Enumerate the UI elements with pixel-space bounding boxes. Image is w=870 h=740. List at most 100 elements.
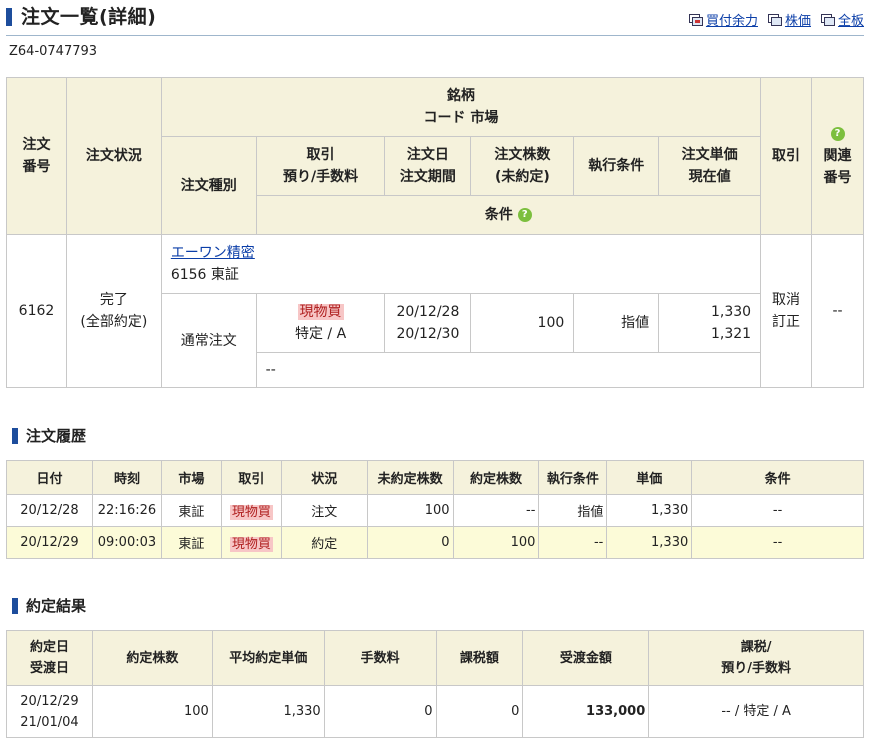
table-row: 20/12/29 09:00:03 東証 現物買 約定 0 100 -- 1,3…: [6, 526, 864, 559]
account-number: Z64-0747793: [9, 44, 98, 59]
history-col-condition: 条件: [691, 460, 864, 495]
results-col-dates: 約定日 受渡日: [6, 630, 93, 686]
header-related: ? 関連 番号: [811, 77, 864, 235]
related-no: --: [811, 234, 864, 388]
action-label: 取消 訂正: [772, 292, 801, 330]
history-col-time: 時刻: [91, 460, 162, 495]
order-type: 通常注文: [160, 293, 257, 388]
history-price: 1,330: [606, 526, 693, 559]
header-code-market: コード 市場: [423, 110, 499, 126]
results-account: -- / 特定 / A: [648, 685, 864, 738]
stock-price-label: 株価: [784, 14, 811, 29]
history-col-exec-cond: 執行条件: [538, 460, 608, 495]
history-time: 09:00:03: [91, 526, 162, 559]
table-row: 20/12/29 21/01/04 100 1,330 0 0 133,000 …: [6, 685, 864, 738]
full-board-label: 全板: [837, 14, 864, 29]
header-action: 取引: [760, 77, 812, 235]
table-row: 20/12/28 22:16:26 東証 現物買 注文 100 -- 指値 1,…: [6, 494, 864, 527]
order-period: 20/12/30: [396, 326, 460, 342]
window-icon: [688, 13, 703, 26]
order-date-cell: 20/12/28 20/12/30: [384, 293, 472, 353]
history-market: 東証: [160, 526, 222, 559]
account-fee: 特定 / A: [294, 326, 347, 342]
history-exec-cond: 指値: [538, 494, 608, 527]
order-history-table: 日付 時刻 市場 取引 状況 未約定株数 約定株数 執行条件 単価 条件 20/…: [6, 460, 864, 559]
window-icon: [820, 13, 835, 26]
results-col-fee: 手数料: [323, 630, 437, 686]
header-status: 注文状況: [65, 77, 162, 235]
results-qty: 100: [91, 685, 213, 738]
header-condition: 条件 ?: [255, 195, 762, 235]
history-col-market: 市場: [160, 460, 222, 495]
buying-power-link[interactable]: 買付余力: [688, 10, 758, 29]
trade-cell: 現物買 特定 / A: [255, 293, 386, 353]
trade-type-badge: 現物買: [297, 304, 344, 320]
history-status: 注文: [280, 494, 368, 527]
history-col-date: 日付: [6, 460, 93, 495]
history-status: 約定: [280, 526, 368, 559]
results-tax: 0: [435, 685, 524, 738]
header-unit-price: 注文単価 現在値: [658, 136, 762, 196]
action-cell: 取消 訂正: [760, 234, 812, 388]
unit-price: 1,330: [710, 304, 752, 320]
header-brand-label: 銘柄: [446, 88, 475, 104]
header-order-type: 注文種別: [160, 136, 257, 235]
results-col-account: 課税/ 預り/手数料: [648, 630, 864, 686]
header-brand: 銘柄 コード 市場: [160, 77, 762, 137]
exec-cond: 指値: [573, 293, 660, 353]
title-mark: [12, 427, 18, 444]
title-mark: [6, 8, 12, 26]
history-col-price: 単価: [606, 460, 693, 495]
results-fee: 0: [323, 685, 437, 738]
results-col-qty: 約定株数: [91, 630, 213, 686]
header-trade: 取引 預り/手数料: [255, 136, 386, 196]
title-mark: [12, 597, 18, 614]
history-unfilled: 0: [366, 526, 454, 559]
history-date: 20/12/28: [6, 494, 93, 527]
header-condition-label: 条件: [484, 207, 513, 223]
order-no: 6162: [6, 234, 67, 388]
order-status: 完了 (全部約定): [65, 234, 162, 388]
execution-results-table: 約定日 受渡日 約定株数 平均約定単価 手数料 課税額 受渡金額 課税/ 預り/…: [6, 630, 864, 738]
header-order-date: 注文日 注文期間: [384, 136, 472, 196]
results-amount: 133,000: [522, 685, 650, 738]
trade-type-badge: 現物買: [229, 537, 273, 552]
order-qty: 100: [470, 293, 575, 353]
help-icon[interactable]: ?: [517, 208, 532, 222]
history-trade: 現物買: [220, 526, 282, 559]
header-links: 買付余力 株価 全板: [688, 10, 864, 29]
order-date: 20/12/28: [396, 304, 460, 320]
buying-power-label: 買付余力: [705, 14, 758, 29]
results-section-title: 約定結果: [12, 595, 86, 616]
stock-cell: エーワン精密 6156 東証: [160, 234, 762, 294]
current-price: 1,321: [710, 326, 752, 342]
history-trade: 現物買: [220, 494, 282, 527]
trade-type-badge: 現物買: [229, 505, 273, 520]
history-header-row: 日付 時刻 市場 取引 状況 未約定株数 約定株数 執行条件 単価 条件: [6, 460, 864, 495]
stock-price-link[interactable]: 株価: [767, 10, 811, 29]
history-col-filled: 約定株数: [452, 460, 540, 495]
history-exec-cond: --: [538, 526, 608, 559]
order-detail-table: 注文 番号 注文状況 銘柄 コード 市場 取引 ? 関連 番号 注文種別 取引 …: [6, 77, 864, 388]
history-section-title: 注文履歴: [12, 425, 86, 446]
history-filled: --: [452, 494, 540, 527]
history-filled: 100: [452, 526, 540, 559]
results-header-row: 約定日 受渡日 約定株数 平均約定単価 手数料 課税額 受渡金額 課税/ 預り/…: [6, 630, 864, 686]
stock-code-market: 6156 東証: [170, 267, 239, 283]
header-qty: 注文株数 (未約定): [470, 136, 575, 196]
history-unfilled: 100: [366, 494, 454, 527]
results-col-avg-price: 平均約定単価: [211, 630, 325, 686]
price-cell: 1,330 1,321: [658, 293, 762, 353]
history-condition: --: [691, 494, 864, 527]
results-avg-price: 1,330: [211, 685, 325, 738]
window-icon: [767, 13, 782, 26]
full-board-link[interactable]: 全板: [820, 10, 864, 29]
history-price: 1,330: [606, 494, 693, 527]
header-exec-cond: 執行条件: [573, 136, 660, 196]
stock-name-link[interactable]: エーワン精密: [171, 245, 255, 261]
history-col-unfilled: 未約定株数: [366, 460, 454, 495]
help-icon[interactable]: ?: [830, 127, 845, 141]
results-title: 約定結果: [26, 597, 87, 615]
header-related-label: 関連 番号: [823, 148, 852, 186]
history-col-status: 状況: [280, 460, 368, 495]
